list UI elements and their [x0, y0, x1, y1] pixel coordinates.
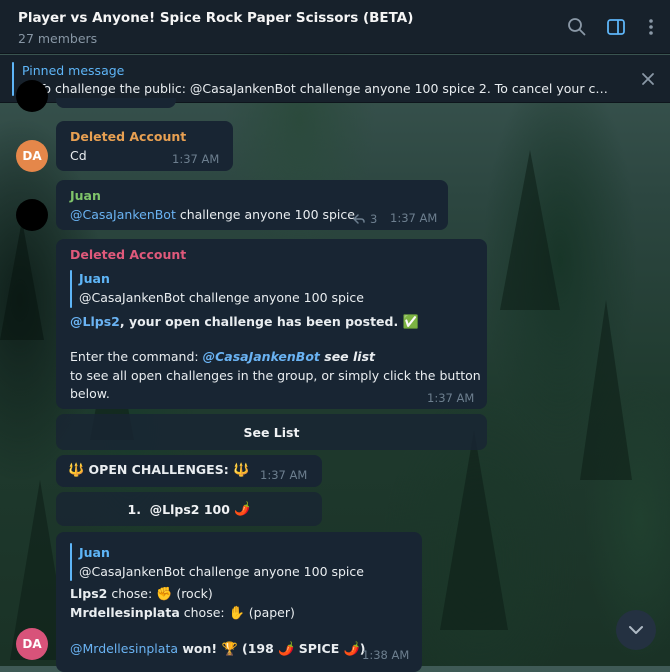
move-text: (rock): [172, 586, 213, 601]
message-time: 1:37 AM: [427, 391, 475, 405]
avatar[interactable]: [16, 199, 48, 231]
message-bubble[interactable]: Deleted Account Cd 1:37 AM: [56, 121, 233, 171]
reply-arrow-icon: [353, 214, 365, 224]
scroll-to-bottom-button[interactable]: [616, 610, 656, 650]
avatar[interactable]: DA: [16, 140, 48, 172]
message-text: @CasaJankenBot challenge anyone 100 spic…: [70, 207, 355, 222]
move-text: (paper): [244, 605, 295, 620]
member-count[interactable]: 27 members: [18, 31, 97, 46]
message-text-rest: challenge anyone 100 spice: [175, 207, 355, 222]
more-vertical-icon[interactable]: [640, 16, 662, 38]
message-text: Cd: [70, 148, 87, 163]
pinned-text: 1. To challenge the public: @CasaJankenB…: [22, 81, 612, 96]
message-text: (198: [237, 641, 279, 656]
message-time: 1:37 AM: [172, 152, 220, 166]
message-line: @Mrdellesinplata won! 🏆 (198 🌶️ SPICE 🌶️…: [70, 641, 366, 657]
message-bubble[interactable]: Juan @CasaJankenBot challenge anyone 100…: [56, 532, 422, 672]
message-text: chose:: [179, 605, 229, 620]
challenge-label: @Llps2 100: [149, 501, 230, 517]
chili-emoji: 🌶️: [234, 501, 251, 517]
chat-title[interactable]: Player vs Anyone! Spice Rock Paper Sciss…: [18, 10, 413, 26]
chat-header[interactable]: Player vs Anyone! Spice Rock Paper Sciss…: [0, 0, 670, 54]
pinned-title: Pinned message: [22, 63, 125, 78]
bot-mention-link[interactable]: @CasaJankenBot: [70, 207, 176, 222]
avatar[interactable]: [16, 80, 48, 112]
message-time: 1:38 AM: [362, 648, 410, 662]
message-text: chose:: [107, 586, 157, 601]
message-bubble[interactable]: Juan @CasaJankenBot challenge anyone 100…: [56, 180, 448, 230]
sidebar-toggle-icon[interactable]: [605, 16, 627, 38]
message-text: SPICE: [294, 641, 344, 656]
challenge-button[interactable]: 1. @Llps2 100 🌶️: [56, 492, 322, 526]
player-name: Llps2: [70, 586, 108, 601]
pinned-accent-bar: [12, 62, 14, 96]
message-text: won!: [178, 641, 222, 656]
search-icon[interactable]: [566, 16, 588, 38]
reply-count-number: 3: [370, 212, 378, 226]
user-mention-link[interactable]: @Llps2: [70, 314, 120, 329]
message-line: Llps2 chose: ✊ (rock): [70, 586, 213, 602]
chili-emoji: 🌶️: [278, 642, 295, 657]
message-text: , your open challenge has been posted.: [119, 314, 399, 329]
quote-text[interactable]: @CasaJankenBot challenge anyone 100 spic…: [79, 290, 364, 305]
trident-emoji: 🔱: [233, 463, 250, 478]
quote-sender[interactable]: Juan: [79, 545, 110, 560]
message-bubble[interactable]: Deleted Account Juan @CasaJankenBot chal…: [56, 239, 487, 409]
rock-fist-emoji: ✊: [156, 587, 173, 602]
sender-name[interactable]: Deleted Account: [70, 247, 186, 262]
message-line: Enter the command: @CasaJankenBot see li…: [70, 349, 375, 364]
avatar[interactable]: DA: [16, 628, 48, 660]
message-line: Mrdellesinplata chose: ✋ (paper): [70, 605, 295, 621]
see-list-button[interactable]: See List: [56, 414, 487, 450]
chili-emoji: 🌶️: [343, 642, 360, 657]
reply-count[interactable]: 3: [352, 212, 377, 226]
reply-quote-bar: [70, 270, 72, 308]
user-mention-link[interactable]: @Mrdellesinplata: [70, 641, 178, 656]
quote-text[interactable]: @CasaJankenBot challenge anyone 100 spic…: [79, 564, 364, 579]
message-bubble-partial[interactable]: [56, 98, 176, 108]
paper-hand-emoji: ✋: [228, 606, 245, 621]
bot-command-link[interactable]: @CasaJankenBot: [203, 349, 320, 364]
message-text: OPEN CHALLENGES:: [84, 462, 234, 477]
sender-name[interactable]: Juan: [70, 188, 101, 203]
chevron-down-icon: [629, 626, 643, 634]
message-time: 1:37 AM: [390, 211, 438, 225]
message-time: 1:37 AM: [260, 468, 308, 482]
trophy-emoji: 🏆: [221, 642, 238, 657]
pinned-message-bar[interactable]: Pinned message 1. To challenge the publi…: [0, 55, 670, 103]
message-line: @Llps2, your open challenge has been pos…: [70, 314, 419, 330]
message-text: Enter the command:: [70, 349, 203, 364]
close-icon[interactable]: [640, 71, 656, 87]
check-mark-emoji: ✅: [402, 315, 419, 330]
message-bubble[interactable]: 🔱 OPEN CHALLENGES: 🔱 1:37 AM: [56, 455, 322, 487]
message-line: 🔱 OPEN CHALLENGES: 🔱: [68, 462, 249, 478]
quote-sender[interactable]: Juan: [79, 271, 110, 286]
trident-emoji: 🔱: [68, 463, 85, 478]
bot-command-text: see list: [319, 349, 375, 364]
reply-quote-bar: [70, 543, 72, 581]
sender-name[interactable]: Deleted Account: [70, 129, 186, 144]
message-text: below.: [70, 386, 110, 401]
challenge-number: 1.: [127, 501, 141, 517]
player-name: Mrdellesinplata: [70, 605, 180, 620]
message-text: to see all open challenges in the group,…: [70, 368, 481, 383]
